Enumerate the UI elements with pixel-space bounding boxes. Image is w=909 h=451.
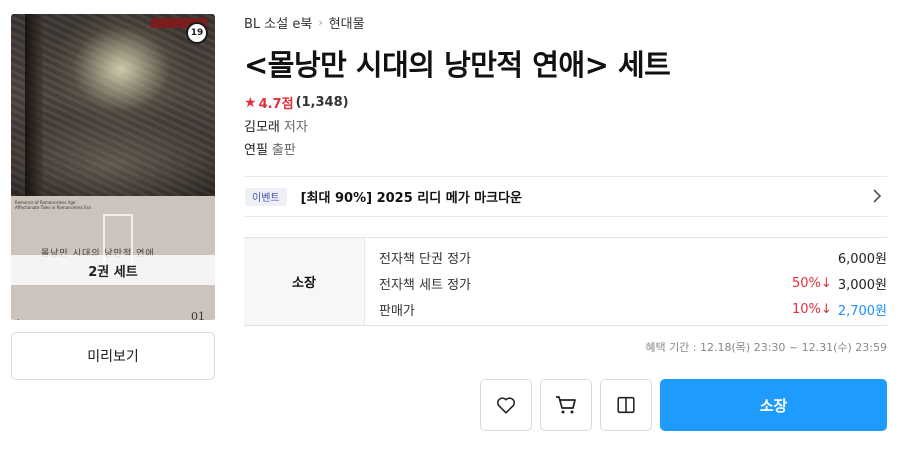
discount-rate: 50%↓: [792, 275, 832, 291]
wishlist-button[interactable]: [480, 379, 532, 431]
publisher-info: 연필 출판: [244, 139, 296, 158]
cover-photo: [11, 14, 215, 196]
chevron-right-icon: [873, 189, 882, 203]
publisher-name[interactable]: 연필: [244, 143, 268, 158]
set-count-label: 2권 세트: [11, 255, 215, 285]
price-label: 전자책 단권 정가: [379, 251, 471, 267]
chevron-right-icon: ›: [318, 16, 323, 29]
price-row-sale: 판매가 10%↓ 2,700원: [379, 296, 887, 322]
publisher-role: 출판: [271, 143, 296, 158]
price-row-single: 전자책 단권 정가 6,000원: [379, 244, 887, 270]
rating[interactable]: ★ 4.7점 (1,348): [244, 93, 349, 113]
rating-score: 4.7점: [258, 97, 294, 112]
add-to-cart-button[interactable]: [540, 379, 592, 431]
author-role: 저자: [283, 120, 308, 135]
gift-button[interactable]: [600, 379, 652, 431]
price-table: 소장 전자책 단권 정가 6,000원 전자책 세트 정가 50%↓ 3,000…: [244, 237, 887, 326]
price-amount: 3,000원: [837, 277, 887, 293]
star-icon: ★: [244, 94, 257, 111]
discount-rate: 10%↓: [792, 301, 832, 317]
author-name[interactable]: 김모래: [244, 120, 280, 135]
price-label: 전자책 세트 정가: [379, 277, 471, 293]
price-label: 판매가: [379, 303, 415, 319]
heart-icon: [497, 397, 515, 414]
price-section-label: 소장: [244, 238, 365, 325]
age-rating-badge: 19: [186, 22, 208, 44]
rating-count: (1,348): [295, 95, 349, 110]
breadcrumb-category[interactable]: BL 소설 e북: [244, 13, 312, 32]
breadcrumb-subcategory[interactable]: 현대물: [329, 13, 365, 32]
cover-english-title: Romance of Romanceless Age : Affectionat…: [15, 200, 91, 210]
cart-icon: [556, 396, 576, 414]
purchase-button[interactable]: 소장: [660, 379, 887, 431]
sale-price-amount: 2,700원: [837, 303, 887, 319]
cover-volume-mark: 01: [191, 310, 205, 320]
event-tag: 이벤트: [245, 187, 287, 206]
preview-button[interactable]: 미리보기: [11, 332, 215, 380]
price-amount: 6,000원: [837, 251, 887, 267]
breadcrumb: BL 소설 e북 › 현대물: [244, 13, 365, 32]
page-title: <몰낭만 시대의 낭만적 연애> 세트: [244, 48, 671, 82]
event-banner[interactable]: 이벤트 [최대 90%] 2025 리디 메가 마크다운: [244, 176, 887, 217]
author-info: 김모래 저자: [244, 116, 308, 135]
price-row-set: 전자책 세트 정가 50%↓ 3,000원: [379, 270, 887, 296]
event-text: [최대 90%] 2025 리디 메가 마크다운: [300, 191, 523, 206]
benefit-period: 혜택 기간 : 12.18(목) 23:30 ~ 12.31(수) 23:59: [645, 341, 887, 354]
book-open-icon: [617, 396, 635, 414]
cover-publisher-mark: ⌂: [16, 317, 20, 320]
